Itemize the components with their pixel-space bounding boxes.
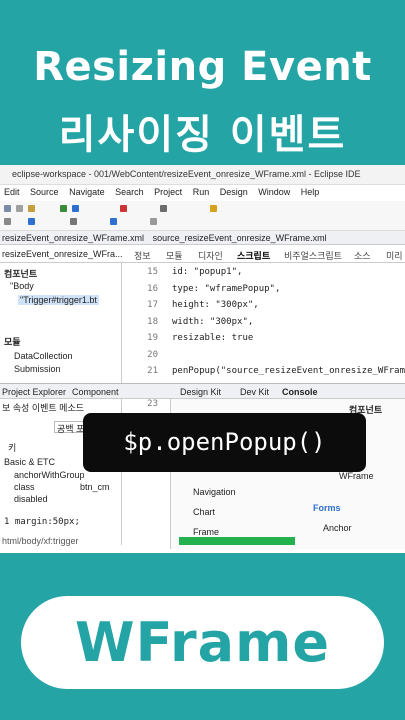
component-header: 컴포넌트 [4,269,38,279]
code-callout: $p.openPopup() [83,413,366,472]
designkit-chart[interactable]: Chart [193,507,215,517]
tab-component[interactable]: Component [72,387,119,397]
code-line: 21 penPopup("source_resizeEvent_onresize_… [126,366,405,382]
tab-dev-kit[interactable]: Dev Kit [240,387,269,397]
tab-preview[interactable]: 미리 [386,249,403,262]
code-line: 20 [126,350,172,366]
line-number: 18 [147,316,158,327]
menu-window[interactable]: Window [258,187,290,197]
module-header: 모듈 [4,337,21,347]
gear-icon[interactable] [160,205,167,212]
props-key-header: 키 [8,443,17,453]
line-number: 19 [147,333,158,343]
menu-navigate[interactable]: Navigate [69,187,105,197]
folder-icon[interactable] [28,205,35,212]
print-icon[interactable] [16,205,23,212]
grid-icon[interactable] [70,218,77,225]
code-text: width: "300px", [172,316,254,327]
designkit-anchor[interactable]: Anchor [323,523,352,533]
tab-project-explorer[interactable]: Project Explorer [2,387,66,397]
table-icon[interactable] [110,218,117,225]
props-tabs[interactable]: 보 속성 이벤트 메소드 [2,401,84,414]
tab-info[interactable]: 정보 [134,249,151,262]
props-section: Basic & ETC [4,457,56,467]
menu-design[interactable]: Design [220,187,248,197]
tab-design[interactable]: 디자인 [198,249,223,262]
code-line: 15 id: "popup1", [126,267,242,283]
tree-item-trigger[interactable]: "Trigger#trigger1.bt [18,295,99,305]
code-line: 19 resizable: true [126,333,253,349]
line-number: 21 [147,366,158,376]
window-title: eclipse-workspace - 001/WebContent/resiz… [0,165,405,185]
code-line: 18 width: "300px", [126,317,253,333]
tab-source[interactable]: 소스 [354,249,371,262]
designkit-forms[interactable]: Forms [313,503,341,513]
code-line: 16 type: "wframePopup", [126,284,280,300]
bulb-icon[interactable] [210,205,217,212]
tab-module[interactable]: 모듈 [166,249,183,262]
code-text: id: "popup1", [172,267,243,277]
line-number: 16 [147,283,158,294]
menu-search[interactable]: Search [115,187,144,197]
prop-key: class [14,482,35,492]
status-path: html/body/xf:trigger [2,536,79,546]
run-icon[interactable] [60,205,67,212]
align-icon[interactable] [150,218,157,225]
line-number: 17 [147,300,158,310]
code-text: resizable: true [172,333,254,343]
save-icon[interactable] [4,205,11,212]
checkbox-icon[interactable] [28,218,35,225]
view-tabs: Project Explorer Component Design Kit De… [0,383,405,399]
module-submission[interactable]: Submission [14,364,61,374]
designkit-wframe[interactable]: WFrame [339,471,374,481]
title-line-korean: 리사이징 이벤트 [58,112,347,158]
menu-edit[interactable]: Edit [4,187,20,197]
code-text: penPopup("source_resizeEvent_onresize_WF… [172,366,405,376]
toolbar [0,201,405,231]
code-text: type: "wframePopup", [172,283,281,294]
code-text: height: "300px", [172,300,259,310]
file-tabs: resizeEvent_onresize_WFrame.xml source_r… [0,231,405,245]
file-tab-design[interactable]: resizeEvent_onresize_WFrame.xml [2,233,144,243]
prop-value[interactable]: btn_cm [80,482,110,492]
menu-help[interactable]: Help [301,187,320,197]
brand-pill: WFrame [21,596,384,689]
ide-screenshot: eclipse-workspace - 001/WebContent/resiz… [0,165,405,553]
style-editor-line[interactable]: 1 margin:50px; [4,517,80,527]
line-number: 15 [147,267,158,277]
debug-icon[interactable] [72,205,79,212]
tab-console[interactable]: Console [282,387,318,397]
stop-icon[interactable] [120,205,127,212]
progress-bar [179,537,295,545]
line-number: 20 [147,349,158,360]
module-datacollection[interactable]: DataCollection [14,351,73,361]
editor-main-tab[interactable]: resizeEvent_onresize_WFra... [2,249,123,259]
tab-design-kit[interactable]: Design Kit [180,387,221,397]
file-tab-source[interactable]: source_resizeEvent_onresize_WFrame.xml [153,233,327,243]
tab-script[interactable]: 스크립트 [237,249,270,262]
arrow-icon[interactable] [4,218,11,225]
designkit-navigation[interactable]: Navigation [193,487,236,497]
code-line: 17 height: "300px", [126,300,259,316]
prop-key: anchorWithGroup [14,470,85,480]
tree-item-body[interactable]: "Body [10,281,34,291]
menu-project[interactable]: Project [154,187,182,197]
title-line-english: Resizing Event [33,44,372,90]
editor-tabs: resizeEvent_onresize_WFra... 정보 모듈 디자인 스… [0,245,405,263]
designkit-frame[interactable]: Frame [193,527,219,537]
menu-bar: Edit Source Navigate Search Project Run … [0,187,405,201]
prop-key: disabled [14,494,48,504]
menu-source[interactable]: Source [30,187,59,197]
menu-run[interactable]: Run [193,187,210,197]
tab-visual-script[interactable]: 비주얼스크립트 [284,249,342,262]
